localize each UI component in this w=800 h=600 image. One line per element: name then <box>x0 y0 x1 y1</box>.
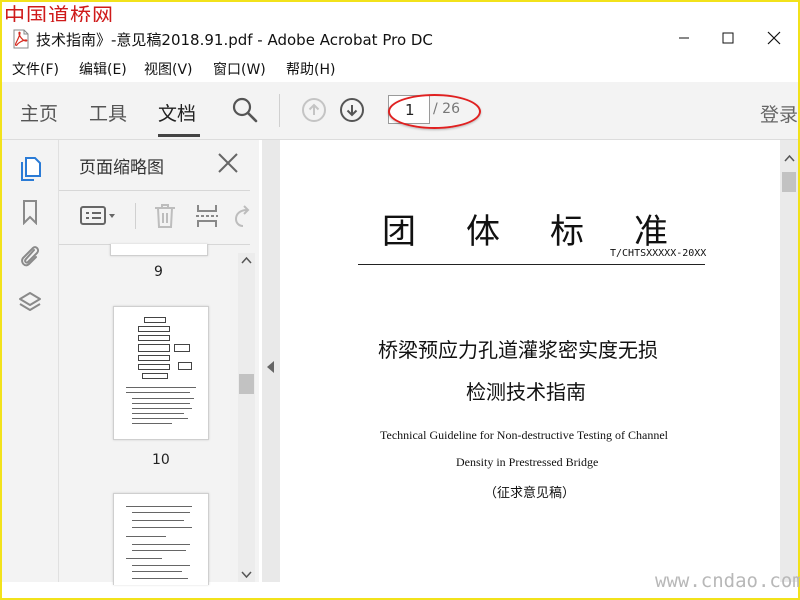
tab-home[interactable]: 主页 <box>20 99 58 126</box>
navigation-rail <box>2 140 59 582</box>
delete-page-icon[interactable] <box>151 202 179 230</box>
document-title-cn-1: 桥梁预应力孔道灌浆密实度无损 <box>378 338 658 362</box>
thumbnail-label-10: 10 <box>152 452 170 468</box>
arrow-up-icon <box>308 103 320 115</box>
main-toolbar: 主页 工具 文档 1 / 26 登录 <box>2 82 798 140</box>
close-window-button[interactable] <box>751 22 797 54</box>
arrow-down-icon <box>346 105 358 117</box>
close-panel-icon[interactable] <box>217 152 239 174</box>
panel-collapse-handle[interactable] <box>262 140 280 582</box>
previous-page-button[interactable] <box>302 98 326 122</box>
insert-page-icon[interactable] <box>193 202 221 230</box>
thumbnail-page-11[interactable] <box>113 493 209 585</box>
document-title-en-1: Technical Guideline for Non-destructive … <box>380 428 669 442</box>
document-heading: 团体标准 <box>382 212 718 252</box>
panel-divider <box>59 190 250 191</box>
bookmark-icon[interactable] <box>18 199 42 225</box>
active-tab-indicator <box>158 134 200 137</box>
doc-scrollbar-thumb[interactable] <box>782 172 796 192</box>
close-icon <box>767 31 781 45</box>
panel-title: 页面缩略图 <box>79 158 164 178</box>
maximize-button[interactable] <box>705 22 751 54</box>
document-title-en-2: Density in Prestressed Bridge <box>456 455 599 469</box>
search-icon <box>232 97 258 123</box>
document-scrollbar[interactable] <box>780 140 798 582</box>
standard-code: T/CHTSXXXXX-20XX <box>610 248 707 259</box>
thumbnail-label-9: 9 <box>154 264 163 280</box>
menu-window[interactable]: 窗口(W) <box>213 59 266 79</box>
collapse-arrow-icon <box>267 361 274 373</box>
panel-tool-divider <box>135 203 136 229</box>
next-page-button[interactable] <box>340 98 364 122</box>
menu-view[interactable]: 视图(V) <box>144 59 193 79</box>
menu-help[interactable]: 帮助(H) <box>286 59 335 79</box>
document-view[interactable]: 团体标准 T/CHTSXXXXX-20XX 桥梁预应力孔道灌浆密实度无损 检测技… <box>280 140 780 582</box>
search-button[interactable] <box>231 96 259 124</box>
scroll-down-icon[interactable] <box>241 571 252 579</box>
watermark-bottom: www.cndao.com <box>655 570 800 592</box>
tab-tools[interactable]: 工具 <box>89 99 127 126</box>
pdf-file-icon <box>13 29 29 49</box>
page-thumbnails-icon[interactable] <box>18 156 42 182</box>
thumbnail-options-icon[interactable] <box>80 204 120 228</box>
rotate-page-icon[interactable] <box>233 202 250 230</box>
heading-rule <box>358 264 705 265</box>
minimize-button[interactable] <box>661 22 707 54</box>
thumbnail-page-10[interactable] <box>113 306 209 440</box>
thumbnail-page-9[interactable] <box>110 244 208 256</box>
menu-file[interactable]: 文件(F) <box>12 59 59 79</box>
layers-icon[interactable] <box>18 290 42 316</box>
tab-document[interactable]: 文档 <box>158 99 196 126</box>
annotation-ellipse <box>388 94 481 129</box>
menu-bar: 文件(F) 编辑(E) 视图(V) 窗口(W) 帮助(H) <box>2 56 798 80</box>
draft-note: （征求意见稿） <box>484 485 576 500</box>
attachment-icon[interactable] <box>18 243 42 269</box>
toolbar-divider <box>279 94 280 127</box>
scrollbar-thumb[interactable] <box>239 374 254 394</box>
document-title-cn-2: 检测技术指南 <box>466 380 586 404</box>
scroll-up-icon[interactable] <box>241 256 252 264</box>
thumbnail-scrollbar[interactable] <box>238 253 255 582</box>
doc-scroll-up-icon[interactable] <box>784 154 795 162</box>
title-bar: 技术指南》-意见稿2018.91.pdf - Adobe Acrobat Pro… <box>2 22 798 54</box>
menu-edit[interactable]: 编辑(E) <box>79 59 127 79</box>
thumbnails-panel: 页面缩略图 9 10 <box>59 140 259 585</box>
login-button[interactable]: 登录 <box>760 100 798 127</box>
minimize-icon <box>679 37 689 39</box>
maximize-icon <box>722 32 734 44</box>
window-title: 技术指南》-意见稿2018.91.pdf - Adobe Acrobat Pro… <box>36 31 433 49</box>
